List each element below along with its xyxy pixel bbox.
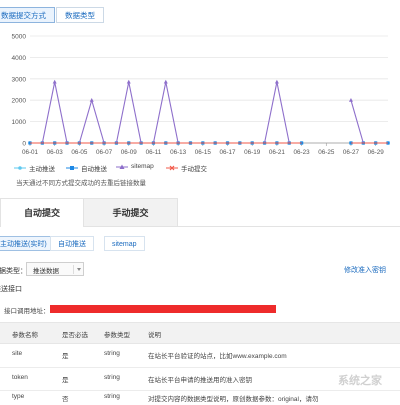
x-tick-label: 06-13: [170, 149, 187, 156]
table-cell: type: [12, 393, 25, 400]
chart-note: 当天通过不同方式提交成功的去重后链接数量: [16, 180, 146, 187]
table-cell: token: [12, 374, 28, 381]
line-chart: 0 1000 2000 3000 4000 5000 06-01 06-03 06-05 06-0…: [12, 34, 390, 156]
legend-item-auto-push[interactable]: 自动推送: [66, 163, 107, 173]
y-tick-label: 5000: [12, 34, 27, 41]
x-tick-label: 06-05: [71, 149, 88, 156]
table-row: site 是 string 在站长平台验证的站点，比如www.example.c…: [0, 343, 400, 368]
series-line: [30, 81, 302, 144]
x-tick-label: 06-11: [146, 149, 162, 156]
table-header-row: 参数名称 是否必选 参数类型 说明: [0, 322, 400, 344]
table-cell: string: [104, 350, 120, 357]
redacted-api-address: [50, 305, 276, 313]
modify-key-link[interactable]: 修改准入密钥: [344, 265, 386, 275]
x-tick-label: 06-25: [318, 149, 335, 156]
x-tick-label: 06-07: [96, 149, 113, 156]
legend-triangle-icon: [116, 164, 128, 169]
tab-auto-submit[interactable]: 自动提交: [0, 198, 84, 227]
legend-item-active-push[interactable]: 主动推送: [14, 163, 55, 173]
data-point: [126, 79, 131, 84]
table-cell: 否: [62, 396, 69, 403]
legend-label: 自动推送: [81, 166, 107, 173]
tab-auto-push[interactable]: 自动推送: [50, 236, 94, 251]
y-tick-label: 1000: [12, 119, 27, 126]
legend-label: 手动提交: [181, 166, 207, 173]
table-cell: 对提交内容的数据类型说明，原创数据参数：original，请勿: [148, 396, 319, 403]
x-tick-label: 06-27: [343, 149, 360, 156]
data-point: [274, 79, 279, 84]
legend-square-icon: [66, 166, 78, 170]
table-cell: site: [12, 350, 23, 357]
x-tick-label: 06-03: [47, 149, 64, 156]
x-tick-label: 06-19: [244, 149, 261, 156]
x-tick-label: 06-29: [368, 149, 385, 156]
table-header-cell: 参数名称: [12, 332, 38, 339]
table-cell: string: [104, 393, 120, 400]
tab-submission-method[interactable]: 数据提交方式: [0, 7, 55, 23]
table-cell: 在站长平台申请的推送用的准入密钥: [148, 377, 252, 384]
tab-data-type[interactable]: 数据类型: [56, 7, 104, 23]
legend-label: 主动推送: [29, 166, 55, 173]
table-header-cell: 参数类型: [104, 332, 130, 339]
x-tick-label: 06-23: [294, 149, 311, 156]
tab-manual-submit[interactable]: 手动提交: [84, 198, 178, 226]
watermark: 系统之家: [338, 375, 382, 387]
caret-down-icon: [73, 265, 84, 274]
legend-item-sitemap[interactable]: sitemap: [116, 163, 154, 170]
y-tick-label: 3000: [12, 76, 27, 83]
table-header-cell: 是否必选: [62, 332, 88, 339]
section-title: 推送接口: [0, 286, 22, 293]
table-cell: 是: [62, 377, 69, 384]
x-tick-label: 06-09: [121, 149, 138, 156]
y-tick-label: 2000: [12, 98, 27, 105]
x-tick-label: 06-17: [219, 149, 236, 156]
legend-cross-icon: [166, 165, 178, 171]
tab-sitemap[interactable]: sitemap: [104, 236, 145, 251]
data-point: [52, 79, 57, 84]
data-type-label: 数据类型：: [0, 268, 27, 275]
legend-label: sitemap: [131, 163, 154, 170]
legend-item-manual-submit[interactable]: 手动提交: [166, 163, 207, 173]
x-tick-label: 06-01: [22, 149, 39, 156]
data-point: [163, 79, 168, 84]
tab-active-push-realtime[interactable]: 主动推送(实时): [0, 236, 55, 251]
x-tick-label: 06-21: [269, 149, 286, 156]
y-tick-label: 0: [22, 141, 26, 148]
data-type-selected: 推送数据: [33, 268, 59, 275]
table-row: type 否 string 对提交内容的数据类型说明，原创数据参数：origin…: [0, 391, 400, 405]
table-cell: string: [104, 374, 120, 381]
table-header-cell: 说明: [148, 332, 161, 339]
legend-circle-icon: [14, 166, 26, 170]
table-cell: 是: [62, 353, 69, 360]
data-type-select[interactable]: 推送数据: [26, 262, 84, 276]
y-tick-label: 4000: [12, 55, 27, 62]
x-tick-label: 06-15: [195, 149, 212, 156]
api-address-label: 接口调用地址：: [4, 308, 50, 315]
table-cell: 在站长平台验证的站点，比如www.example.com: [148, 353, 287, 360]
